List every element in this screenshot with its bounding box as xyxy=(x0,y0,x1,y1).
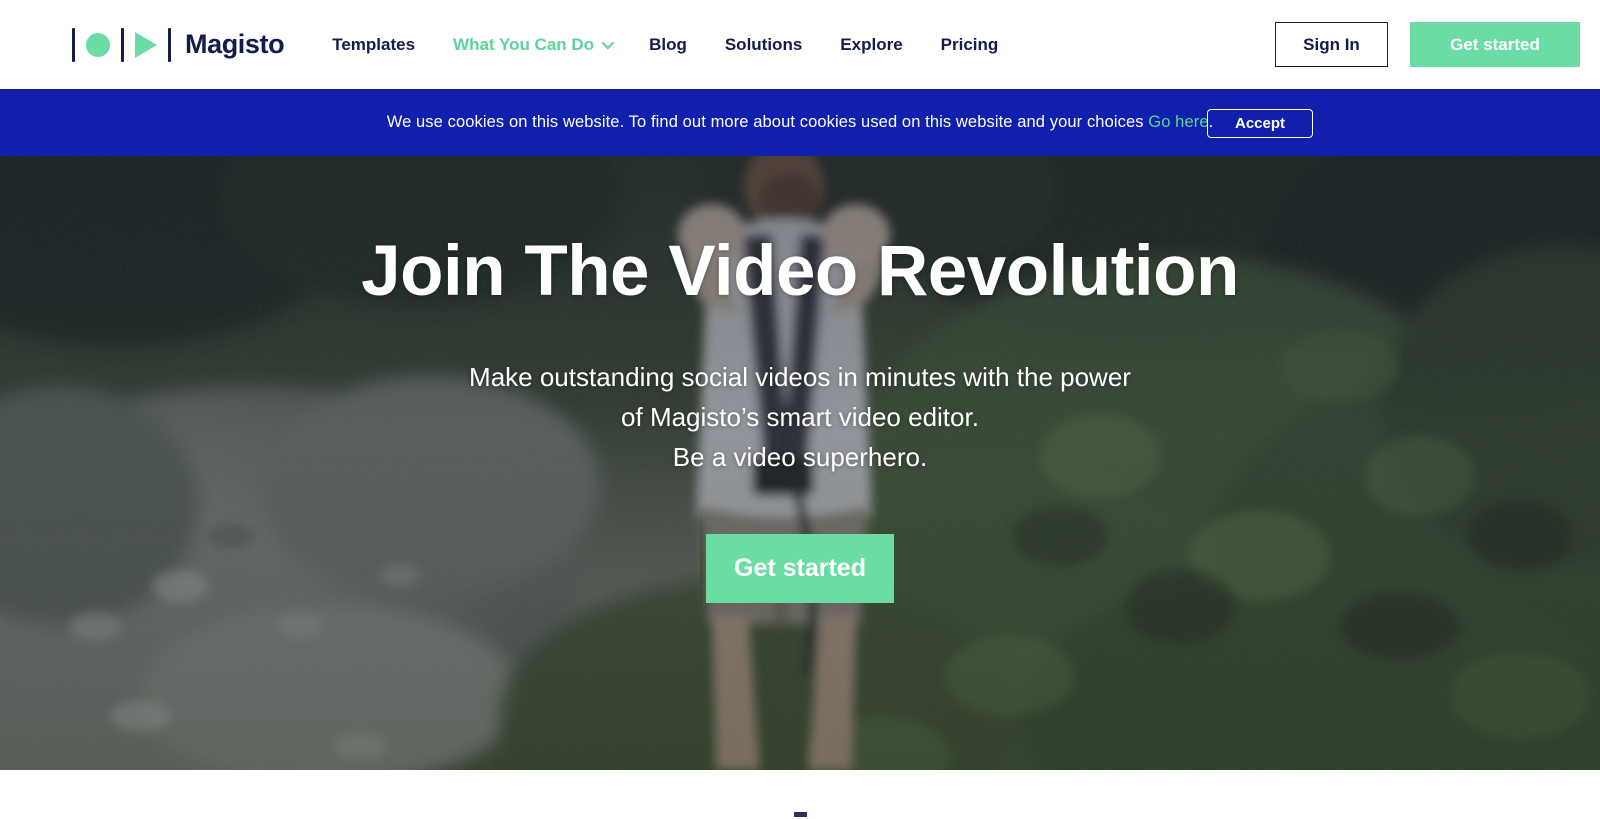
hero-subtitle-line-1: Make outstanding social videos in minute… xyxy=(469,362,1131,392)
logo-bar-right xyxy=(168,27,171,62)
cookie-consent-banner: We use cookies on this website. To find … xyxy=(0,89,1600,156)
nav-item-what-you-can-do[interactable]: What You Can Do xyxy=(453,34,615,55)
magisto-record-play-logo-icon xyxy=(72,27,171,62)
logo-wordmark: Magisto xyxy=(185,29,285,59)
logo-bar-middle xyxy=(121,27,124,62)
nav-label: Blog xyxy=(649,34,687,54)
nav-item-pricing[interactable]: Pricing xyxy=(941,35,999,55)
nav-item-templates[interactable]: Templates xyxy=(332,35,415,55)
chevron-down-icon xyxy=(601,36,615,50)
hero-content: Join The Video Revolution Make outstandi… xyxy=(0,156,1600,770)
accept-cookies-button[interactable]: Accept xyxy=(1207,109,1313,138)
record-circle-icon xyxy=(86,32,110,57)
nav-label: Templates xyxy=(332,34,416,54)
nav-label: What You Can Do xyxy=(453,34,595,54)
below-fold-section xyxy=(0,770,1600,819)
nav-label: Pricing xyxy=(940,34,999,54)
nav-item-blog[interactable]: Blog xyxy=(649,35,687,55)
cookie-message: We use cookies on this website. To find … xyxy=(387,113,1214,132)
hero-title: Join The Video Revolution xyxy=(361,232,1239,311)
hero-subtitle-line-2: of Magisto’s smart video editor. xyxy=(621,402,979,433)
get-started-button-hero[interactable]: Get started xyxy=(706,534,894,604)
play-triangle-icon xyxy=(135,31,157,58)
magisto-logo[interactable]: Magisto xyxy=(72,23,285,67)
header-actions: Sign In Get started xyxy=(1275,0,1600,89)
hero-subtitle-line-3: Be a video superhero. xyxy=(672,442,928,473)
cookie-policy-link[interactable]: Go here xyxy=(1148,113,1208,131)
nav-label: Solutions xyxy=(724,34,803,54)
next-section-heading-peek xyxy=(793,812,807,817)
get-started-button-header[interactable]: Get started xyxy=(1410,22,1580,67)
logo-bar-left xyxy=(72,27,75,62)
nav-item-solutions[interactable]: Solutions xyxy=(725,35,802,55)
hero-subtitle: Make outstanding social videos in minute… xyxy=(469,357,1131,477)
nav-item-explore[interactable]: Explore xyxy=(840,35,902,55)
cookie-message-text: We use cookies on this website. To find … xyxy=(386,113,1149,131)
nav-label: Explore xyxy=(840,34,903,54)
site-header: Magisto Templates What You Can Do Blog S… xyxy=(0,0,1600,89)
sign-in-button[interactable]: Sign In xyxy=(1275,22,1388,67)
main-navigation: Templates What You Can Do Blog Solutions… xyxy=(332,0,1036,89)
hero-section: Join The Video Revolution Make outstandi… xyxy=(0,156,1600,770)
